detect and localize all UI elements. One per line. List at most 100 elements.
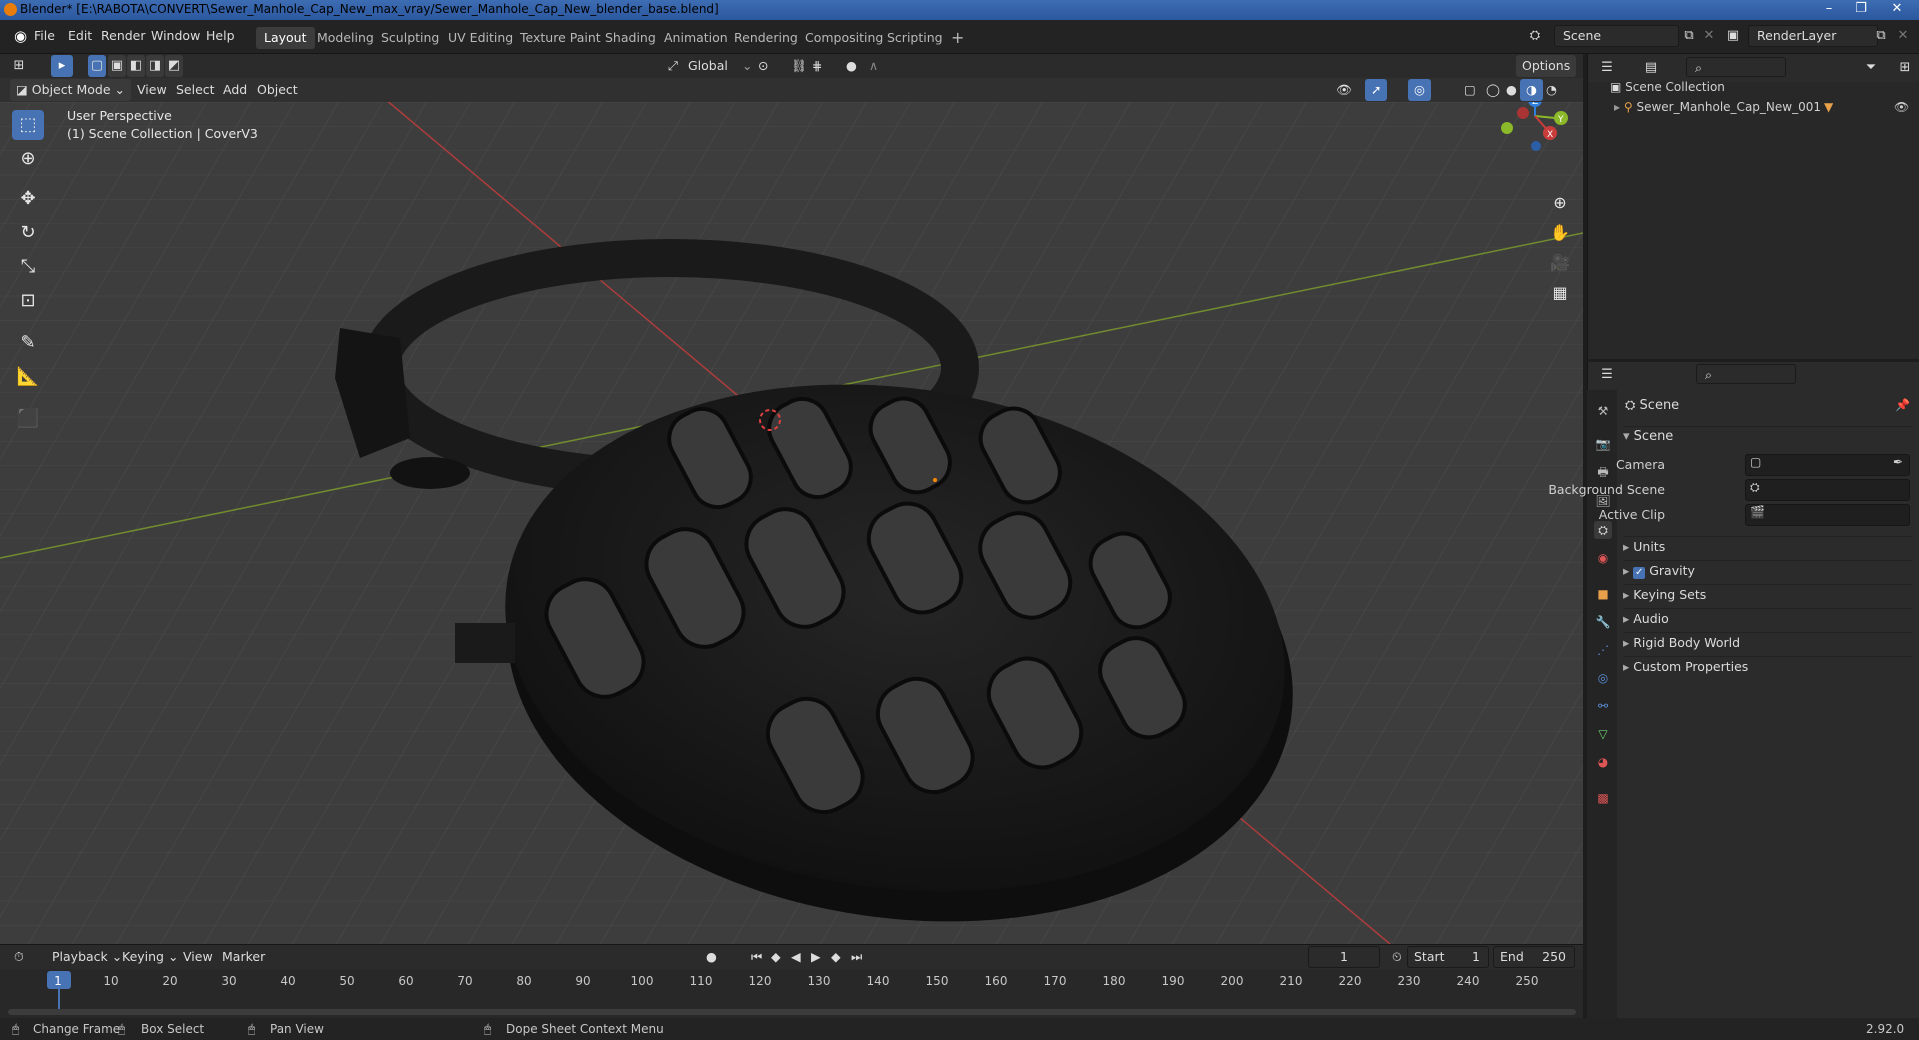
gravity-checkbox[interactable]: ✓ [1633,567,1646,579]
render-tab-icon[interactable]: 📷 [1594,435,1612,453]
next-keyframe-icon[interactable]: ◆ [825,946,847,968]
display-mode-icon[interactable]: ▤ [1640,57,1662,79]
tab-rendering[interactable]: Rendering [726,27,806,49]
tab-layout[interactable]: Layout [256,27,315,49]
constraints-tab-icon[interactable]: ⚯ [1594,697,1612,715]
record-icon[interactable]: ● [700,946,723,968]
tab-compositing[interactable]: Compositing [797,27,891,49]
menu-file[interactable]: File [28,26,61,46]
scene-selector[interactable]: Scene [1554,25,1679,47]
menu-view[interactable]: View [131,79,173,101]
close-button[interactable]: ✕ [1879,0,1915,18]
outliner-item[interactable]: ▸ ⚲ Sewer_Manhole_Cap_New_001 ▼ 👁 [1614,98,1914,116]
gizmo-toggle-icon[interactable]: ➚ [1365,79,1388,101]
menu-keying[interactable]: Keying ⌄ [116,946,184,968]
delete-scene-icon[interactable]: ✕ [1698,25,1720,47]
view-layer-icon[interactable]: ▣ [1722,25,1744,47]
panel-custom-properties[interactable]: ▸ Custom Properties [1623,656,1913,676]
add-workspace-icon[interactable]: + [943,27,972,49]
tab-scripting[interactable]: Scripting [879,27,951,49]
physics-tab-icon[interactable]: ◎ [1594,669,1612,687]
eye-icon[interactable]: 👁 [1894,98,1909,116]
add-cube-icon[interactable]: ⬛ [12,404,44,434]
visibility-icon[interactable]: 👁 [1330,79,1358,101]
select-box-icon[interactable]: ⬚ [12,110,44,140]
panel-units[interactable]: ▸ Units [1623,536,1913,556]
material-tab-icon[interactable]: ◕ [1594,753,1612,771]
proportional-edit-icon[interactable]: ● [840,55,863,77]
active-clip-field[interactable]: 🎬 [1745,504,1910,526]
menu-select[interactable]: Select [170,79,221,101]
object-tab-icon[interactable]: ■ [1594,585,1612,603]
tab-sculpting[interactable]: Sculpting [373,27,447,49]
outliner-editor-icon[interactable]: ☰ [1596,57,1618,79]
menu-timeline-view[interactable]: View [177,946,219,968]
start-frame-field[interactable]: Start 1 [1407,946,1489,968]
modifier-tab-icon[interactable]: 🔧 [1594,613,1612,631]
select-new-icon[interactable]: ▢ [88,55,106,77]
xray-icon[interactable]: ▢ [1458,79,1482,101]
particles-tab-icon[interactable]: ⋰ [1594,641,1612,659]
tab-animation[interactable]: Animation [656,27,736,49]
select-extend-icon[interactable]: ▣ [108,55,126,77]
tab-texture-paint[interactable]: Texture Paint [512,27,609,49]
cursor-icon[interactable]: ⊕ [12,144,44,174]
minimize-button[interactable]: – [1815,0,1843,18]
jump-end-icon[interactable]: ⏭ [845,946,868,968]
menu-object[interactable]: Object [251,79,304,101]
scene-section-header[interactable]: ▾ Scene [1623,426,1913,446]
properties-search-input[interactable]: ⌕ [1696,364,1796,384]
pan-hand-icon[interactable]: ✋ [1546,220,1574,246]
new-layer-icon[interactable]: ⧉ [1870,25,1892,47]
menu-help[interactable]: Help [200,26,241,46]
panel-rigid-body-world[interactable]: ▸ Rigid Body World [1623,632,1913,652]
world-tab-icon[interactable]: ◉ [1594,549,1612,567]
rendered-shading-icon[interactable]: ◔ [1540,79,1563,101]
pivot-point-icon[interactable]: ⊙ [752,55,774,77]
editor-type-icon[interactable]: ⊞ [8,55,30,77]
select-intersect-icon[interactable]: ◩ [165,55,183,77]
falloff-icon[interactable]: ∧ [863,55,884,77]
tab-uv-editing[interactable]: UV Editing [440,27,521,49]
transform-icon[interactable]: ⊡ [12,286,44,316]
ortho-toggle-icon[interactable]: ▦ [1546,280,1574,306]
timeline-scrollbar[interactable] [8,1009,1576,1015]
end-frame-field[interactable]: End 250 [1493,946,1575,968]
3d-viewport[interactable]: Z Y X User Perspective (1) Scene Collect… [0,78,1583,944]
eyedropper-icon[interactable]: ✒ [1893,455,1903,469]
texture-tab-icon[interactable]: ▩ [1594,789,1612,807]
annotate-icon[interactable]: ✎ [12,328,44,358]
filter-icon[interactable]: ⏷ [1860,57,1882,79]
transform-orientation-dropdown[interactable]: Global [682,55,734,77]
transform-orientation-icon[interactable]: ⤢ [662,55,684,77]
rotate-icon[interactable]: ↻ [12,218,44,248]
data-tab-icon[interactable]: ▽ [1594,725,1612,743]
current-frame-field[interactable]: 1 [1308,946,1380,968]
timeline-editor-icon[interactable]: ⏱ [8,946,30,968]
scale-icon[interactable]: ⤡ [12,252,44,282]
tab-modeling[interactable]: Modeling [309,27,382,49]
zoom-icon[interactable]: ⊕ [1546,190,1574,216]
snap-target-icon[interactable]: ⋕ [806,55,828,77]
outliner-root[interactable]: ▣ Scene Collection [1610,78,1725,96]
select-invert-icon[interactable]: ◨ [146,55,164,77]
select-tool-icon[interactable]: ▸ [51,55,73,77]
outliner-search-input[interactable]: ⌕ [1686,57,1786,77]
menu-window[interactable]: Window [145,26,206,46]
tab-shading[interactable]: Shading [597,27,664,49]
maximize-button[interactable]: ❐ [1847,0,1875,18]
move-icon[interactable]: ✥ [12,184,44,214]
menu-add[interactable]: Add [217,79,253,101]
render-layer-selector[interactable]: RenderLayer [1748,25,1878,47]
measure-icon[interactable]: 📐 [12,362,44,392]
mode-selector[interactable]: ◪ Object Mode ⌄ [10,79,131,101]
camera-view-icon[interactable]: 🎥 [1546,250,1574,276]
camera-field[interactable]: ▢ ✒ [1745,454,1910,476]
play-reverse-icon[interactable]: ◀ [785,946,807,968]
panel-gravity[interactable]: ▸ ✓ Gravity [1623,560,1913,580]
pin-icon[interactable]: 📌 [1895,398,1910,412]
menu-render[interactable]: Render [95,26,152,46]
menu-marker[interactable]: Marker [216,946,271,968]
menu-edit[interactable]: Edit [62,26,98,46]
select-subtract-icon[interactable]: ◧ [127,55,145,77]
